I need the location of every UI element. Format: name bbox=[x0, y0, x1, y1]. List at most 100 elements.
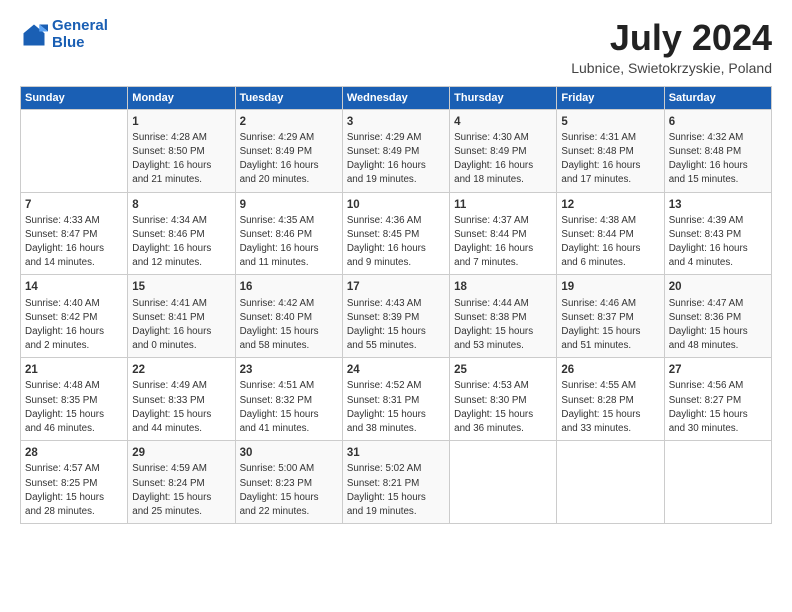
calendar-cell: 4Sunrise: 4:30 AM Sunset: 8:49 PM Daylig… bbox=[450, 109, 557, 192]
day-number: 25 bbox=[454, 362, 552, 378]
calendar-cell: 26Sunrise: 4:55 AM Sunset: 8:28 PM Dayli… bbox=[557, 358, 664, 441]
day-info: Sunrise: 4:34 AM Sunset: 8:46 PM Dayligh… bbox=[132, 214, 230, 271]
day-number: 17 bbox=[347, 279, 445, 295]
day-info: Sunrise: 4:51 AM Sunset: 8:32 PM Dayligh… bbox=[240, 379, 338, 436]
calendar-cell: 27Sunrise: 4:56 AM Sunset: 8:27 PM Dayli… bbox=[664, 358, 771, 441]
day-number: 18 bbox=[454, 279, 552, 295]
day-info: Sunrise: 4:30 AM Sunset: 8:49 PM Dayligh… bbox=[454, 131, 552, 188]
calendar-cell: 12Sunrise: 4:38 AM Sunset: 8:44 PM Dayli… bbox=[557, 192, 664, 275]
day-info: Sunrise: 4:57 AM Sunset: 8:25 PM Dayligh… bbox=[25, 462, 123, 519]
weekday-header: Saturday bbox=[664, 86, 771, 109]
calendar-cell: 30Sunrise: 5:00 AM Sunset: 8:23 PM Dayli… bbox=[235, 441, 342, 524]
day-number: 12 bbox=[561, 197, 659, 213]
day-number: 1 bbox=[132, 114, 230, 130]
day-number: 11 bbox=[454, 197, 552, 213]
weekday-header: Monday bbox=[128, 86, 235, 109]
day-number: 14 bbox=[25, 279, 123, 295]
day-info: Sunrise: 4:41 AM Sunset: 8:41 PM Dayligh… bbox=[132, 297, 230, 354]
calendar-cell: 19Sunrise: 4:46 AM Sunset: 8:37 PM Dayli… bbox=[557, 275, 664, 358]
day-info: Sunrise: 4:53 AM Sunset: 8:30 PM Dayligh… bbox=[454, 379, 552, 436]
day-info: Sunrise: 4:56 AM Sunset: 8:27 PM Dayligh… bbox=[669, 379, 767, 436]
day-info: Sunrise: 4:36 AM Sunset: 8:45 PM Dayligh… bbox=[347, 214, 445, 271]
day-number: 6 bbox=[669, 114, 767, 130]
day-info: Sunrise: 4:55 AM Sunset: 8:28 PM Dayligh… bbox=[561, 379, 659, 436]
day-number: 27 bbox=[669, 362, 767, 378]
calendar-cell: 10Sunrise: 4:36 AM Sunset: 8:45 PM Dayli… bbox=[342, 192, 449, 275]
calendar-cell: 9Sunrise: 4:35 AM Sunset: 8:46 PM Daylig… bbox=[235, 192, 342, 275]
day-number: 10 bbox=[347, 197, 445, 213]
calendar-week-row: 14 Sunrise: 4:40 AM Sunset: 8:42 PM Dayli… bbox=[21, 275, 772, 358]
month-year: July 2024 bbox=[571, 18, 772, 58]
calendar-cell: 24Sunrise: 4:52 AM Sunset: 8:31 PM Dayli… bbox=[342, 358, 449, 441]
calendar-header-row: SundayMondayTuesdayWednesdayThursdayFrid… bbox=[21, 86, 772, 109]
weekday-header: Sunday bbox=[21, 86, 128, 109]
day-info: Sunrise: 4:32 AM Sunset: 8:48 PM Dayligh… bbox=[669, 131, 767, 188]
day-info: Sunrise: 4:47 AM Sunset: 8:36 PM Dayligh… bbox=[669, 297, 767, 354]
day-number: 7 bbox=[25, 197, 123, 213]
logo: General Blue bbox=[20, 18, 108, 51]
day-info: Sunrise: 4:39 AM Sunset: 8:43 PM Dayligh… bbox=[669, 214, 767, 271]
day-info: Sunrise: 5:00 AM Sunset: 8:23 PM Dayligh… bbox=[240, 462, 338, 519]
day-info: Sunrise: 4:40 AM Sunset: 8:42 PM Dayligh… bbox=[25, 297, 123, 354]
day-info: Sunrise: 4:28 AM Sunset: 8:50 PM Dayligh… bbox=[132, 131, 230, 188]
calendar-cell bbox=[664, 441, 771, 524]
calendar-week-row: 7Sunrise: 4:33 AM Sunset: 8:47 PM Daylig… bbox=[21, 192, 772, 275]
day-info: Sunrise: 4:38 AM Sunset: 8:44 PM Dayligh… bbox=[561, 214, 659, 271]
day-info: Sunrise: 4:48 AM Sunset: 8:35 PM Dayligh… bbox=[25, 379, 123, 436]
calendar-cell bbox=[450, 441, 557, 524]
day-number: 5 bbox=[561, 114, 659, 130]
day-number: 28 bbox=[25, 445, 123, 461]
day-number: 24 bbox=[347, 362, 445, 378]
day-number: 19 bbox=[561, 279, 659, 295]
day-info: Sunrise: 4:31 AM Sunset: 8:48 PM Dayligh… bbox=[561, 131, 659, 188]
calendar-cell: 25Sunrise: 4:53 AM Sunset: 8:30 PM Dayli… bbox=[450, 358, 557, 441]
day-info: Sunrise: 4:43 AM Sunset: 8:39 PM Dayligh… bbox=[347, 297, 445, 354]
day-number: 3 bbox=[347, 114, 445, 130]
calendar-cell: 23Sunrise: 4:51 AM Sunset: 8:32 PM Dayli… bbox=[235, 358, 342, 441]
calendar-cell: 5Sunrise: 4:31 AM Sunset: 8:48 PM Daylig… bbox=[557, 109, 664, 192]
calendar-cell: 1Sunrise: 4:28 AM Sunset: 8:50 PM Daylig… bbox=[128, 109, 235, 192]
day-number: 2 bbox=[240, 114, 338, 130]
calendar-cell: 3Sunrise: 4:29 AM Sunset: 8:49 PM Daylig… bbox=[342, 109, 449, 192]
calendar-cell: 2Sunrise: 4:29 AM Sunset: 8:49 PM Daylig… bbox=[235, 109, 342, 192]
day-info: Sunrise: 4:33 AM Sunset: 8:47 PM Dayligh… bbox=[25, 214, 123, 271]
day-number: 29 bbox=[132, 445, 230, 461]
header: General Blue July 2024 Lubnice, Swietokr… bbox=[20, 18, 772, 76]
calendar-cell: 17 Sunrise: 4:43 AM Sunset: 8:39 PM Dayli… bbox=[342, 275, 449, 358]
calendar-cell: 15 Sunrise: 4:41 AM Sunset: 8:41 PM Dayli… bbox=[128, 275, 235, 358]
day-number: 22 bbox=[132, 362, 230, 378]
calendar-cell: 13Sunrise: 4:39 AM Sunset: 8:43 PM Dayli… bbox=[664, 192, 771, 275]
day-number: 20 bbox=[669, 279, 767, 295]
day-number: 23 bbox=[240, 362, 338, 378]
calendar-week-row: 1Sunrise: 4:28 AM Sunset: 8:50 PM Daylig… bbox=[21, 109, 772, 192]
day-number: 26 bbox=[561, 362, 659, 378]
day-info: Sunrise: 4:42 AM Sunset: 8:40 PM Dayligh… bbox=[240, 297, 338, 354]
day-number: 15 bbox=[132, 279, 230, 295]
title-block: July 2024 Lubnice, Swietokrzyskie, Polan… bbox=[571, 18, 772, 76]
calendar-table: SundayMondayTuesdayWednesdayThursdayFrid… bbox=[20, 86, 772, 525]
day-number: 8 bbox=[132, 197, 230, 213]
calendar-cell: 7Sunrise: 4:33 AM Sunset: 8:47 PM Daylig… bbox=[21, 192, 128, 275]
weekday-header: Tuesday bbox=[235, 86, 342, 109]
day-info: Sunrise: 4:44 AM Sunset: 8:38 PM Dayligh… bbox=[454, 297, 552, 354]
day-number: 9 bbox=[240, 197, 338, 213]
calendar-cell bbox=[557, 441, 664, 524]
calendar-cell: 6Sunrise: 4:32 AM Sunset: 8:48 PM Daylig… bbox=[664, 109, 771, 192]
calendar-cell: 8Sunrise: 4:34 AM Sunset: 8:46 PM Daylig… bbox=[128, 192, 235, 275]
calendar-cell: 11Sunrise: 4:37 AM Sunset: 8:44 PM Dayli… bbox=[450, 192, 557, 275]
page: General Blue July 2024 Lubnice, Swietokr… bbox=[0, 0, 792, 538]
weekday-header: Thursday bbox=[450, 86, 557, 109]
day-info: Sunrise: 4:37 AM Sunset: 8:44 PM Dayligh… bbox=[454, 214, 552, 271]
calendar-week-row: 21Sunrise: 4:48 AM Sunset: 8:35 PM Dayli… bbox=[21, 358, 772, 441]
calendar-cell: 22Sunrise: 4:49 AM Sunset: 8:33 PM Dayli… bbox=[128, 358, 235, 441]
day-info: Sunrise: 4:49 AM Sunset: 8:33 PM Dayligh… bbox=[132, 379, 230, 436]
day-number: 13 bbox=[669, 197, 767, 213]
day-info: Sunrise: 4:52 AM Sunset: 8:31 PM Dayligh… bbox=[347, 379, 445, 436]
calendar-cell: 18 Sunrise: 4:44 AM Sunset: 8:38 PM Dayli… bbox=[450, 275, 557, 358]
calendar-cell: 14 Sunrise: 4:40 AM Sunset: 8:42 PM Dayli… bbox=[21, 275, 128, 358]
calendar-cell: 16Sunrise: 4:42 AM Sunset: 8:40 PM Dayli… bbox=[235, 275, 342, 358]
location: Lubnice, Swietokrzyskie, Poland bbox=[571, 60, 772, 76]
calendar-cell bbox=[21, 109, 128, 192]
day-info: Sunrise: 4:59 AM Sunset: 8:24 PM Dayligh… bbox=[132, 462, 230, 519]
day-info: Sunrise: 4:29 AM Sunset: 8:49 PM Dayligh… bbox=[240, 131, 338, 188]
